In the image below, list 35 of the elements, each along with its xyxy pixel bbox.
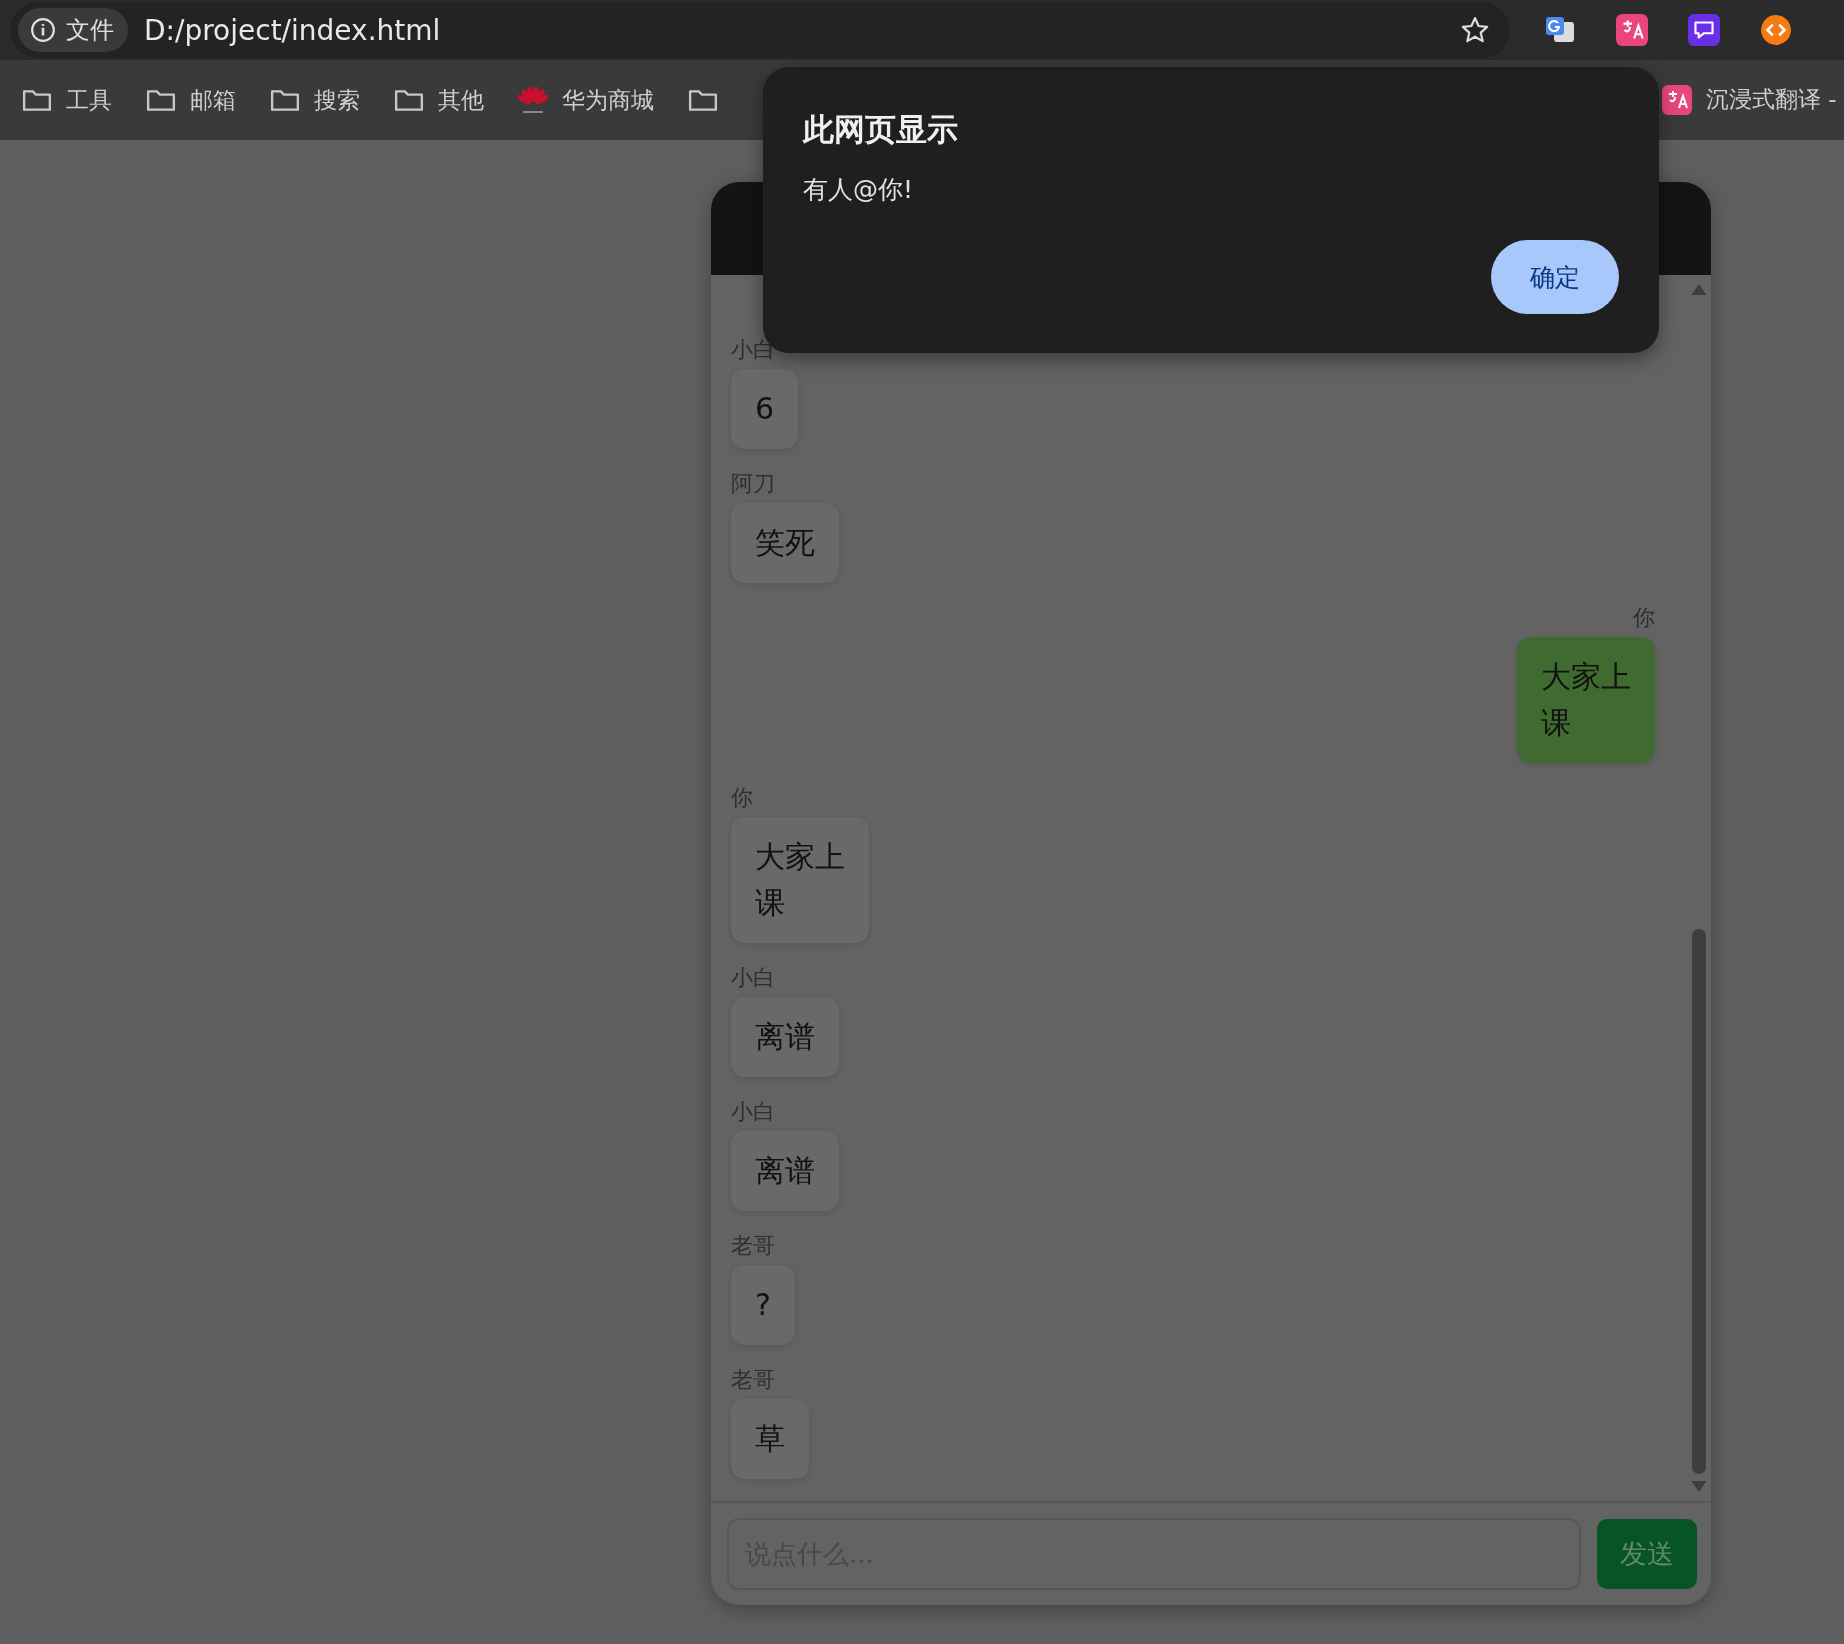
bookmark[interactable]: 华为商城 <box>518 84 654 116</box>
bookmark[interactable]: 其他 <box>394 84 484 116</box>
ok-button[interactable]: 确定 <box>1491 240 1619 314</box>
bookmark[interactable] <box>688 87 718 113</box>
message-bubble: 离谱 <box>731 997 839 1077</box>
star-icon[interactable] <box>1460 15 1490 45</box>
address-bar[interactable]: 文件 D:/project/index.html <box>10 2 1510 58</box>
dialog-title: 此网页显示 <box>803 110 959 149</box>
translate-icon <box>1662 84 1692 115</box>
bookmark[interactable]: 邮箱 <box>146 84 236 116</box>
scrollbar-thumb[interactable] <box>1692 929 1706 1474</box>
bookmark[interactable]: 搜索 <box>270 84 360 116</box>
folder-icon <box>394 87 424 113</box>
translate-extension-icon[interactable] <box>1616 14 1648 46</box>
message-bubble: 笑死 <box>731 503 839 583</box>
dialog-message: 有人@你! <box>803 174 915 206</box>
message-bubble: 6 <box>731 369 799 449</box>
site-info-label: 文件 <box>66 15 114 46</box>
chat-extension-icon[interactable] <box>1688 14 1720 46</box>
code-extension-icon[interactable] <box>1760 14 1792 46</box>
folder-icon <box>146 87 176 113</box>
info-icon <box>30 17 56 43</box>
message-bubble: ? <box>731 1265 795 1345</box>
own-message-bubble: 大家上课 <box>1517 637 1655 763</box>
site-info-chip[interactable]: 文件 <box>18 8 128 52</box>
folder-icon <box>22 87 52 113</box>
message-bubble: 草 <box>731 1399 809 1479</box>
bookmark[interactable]: 工具 <box>22 84 112 116</box>
bookmark[interactable]: 沉浸式翻译 - <box>1662 84 1837 115</box>
message-bubble: 离谱 <box>731 1131 839 1211</box>
message-bubble: 大家上课 <box>731 817 869 943</box>
folder-icon <box>688 87 718 113</box>
folder-icon <box>270 87 300 113</box>
url-text: D:/project/index.html <box>144 13 442 47</box>
flower-logo-icon <box>518 85 548 115</box>
